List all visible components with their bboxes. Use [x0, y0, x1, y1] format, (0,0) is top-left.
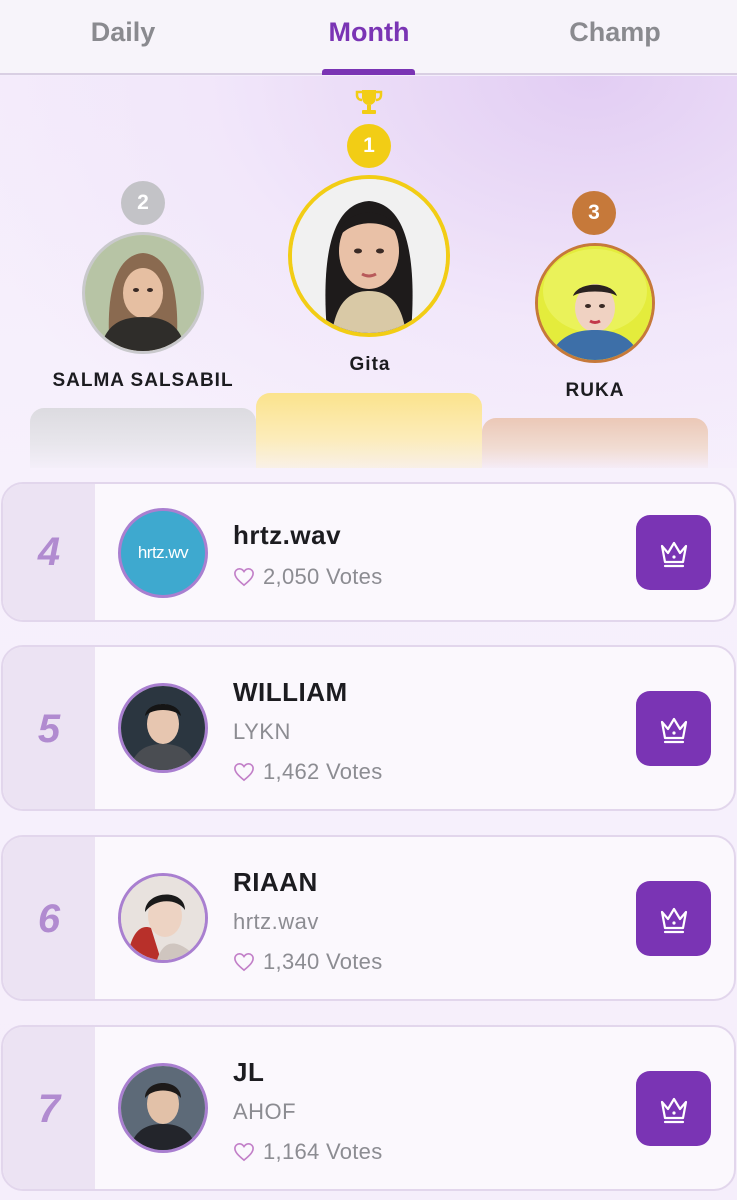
active-tab-indicator [322, 69, 415, 75]
rank-number: 7 [37, 1087, 61, 1131]
avatar[interactable] [118, 683, 208, 773]
rank-badge-2: 2 [121, 181, 165, 225]
podium-block-second [30, 408, 256, 468]
vote-button[interactable] [636, 515, 711, 590]
vote-button[interactable] [636, 881, 711, 956]
vote-button[interactable] [636, 1071, 711, 1146]
vote-count-text: 1,164 Votes [263, 1139, 383, 1164]
heart-icon [234, 952, 254, 972]
podium-block-first [256, 393, 482, 468]
crown-icon [660, 717, 687, 743]
avatar[interactable]: hrtz.wv [118, 508, 208, 598]
artist-group: hrtz.wav [233, 909, 319, 934]
vote-count-text: 2,050 Votes [263, 564, 383, 589]
rank-badge-1: 1 [347, 124, 391, 168]
logo-text: hrtz.wv [137, 543, 189, 562]
tab-daily[interactable]: Daily [63, 12, 183, 52]
list-item-rank-4[interactable]: 4 hrtz.wv hrtz.wav 2,050 Votes [1, 482, 736, 622]
artist-name: WILLIAM [233, 677, 348, 707]
podium-block-third [482, 418, 708, 468]
vote-count: 1,462 Votes [233, 759, 383, 785]
list-item-rank-6[interactable]: 6 RIAAN hrtz.wav 1,340 Votes [1, 835, 736, 1001]
vote-count-text: 1,462 Votes [263, 759, 383, 784]
avatar-second-place[interactable] [82, 232, 204, 354]
crown-icon [660, 1097, 687, 1123]
rank-number: 5 [37, 707, 61, 751]
avatar[interactable] [118, 1063, 208, 1153]
rank-number: 4 [37, 530, 61, 574]
tab-champ[interactable]: Champ [545, 12, 685, 52]
rank-number: 6 [37, 897, 61, 941]
artist-name: JL [233, 1057, 265, 1087]
heart-icon [234, 567, 254, 587]
artist-group: LYKN [233, 719, 291, 744]
list-item-rank-7[interactable]: 7 JL AHOF 1,164 Votes [1, 1025, 736, 1191]
trophy-icon [355, 90, 383, 114]
heart-icon [234, 762, 254, 782]
heart-icon [234, 1142, 254, 1162]
vote-count: 1,164 Votes [233, 1139, 383, 1165]
crown-icon [660, 541, 687, 567]
artist-group: AHOF [233, 1099, 297, 1124]
vote-button[interactable] [636, 691, 711, 766]
podium-name-third: RUKA [565, 380, 625, 401]
vote-count-text: 1,340 Votes [263, 949, 383, 974]
vote-count: 2,050 Votes [233, 564, 383, 590]
avatar-third-place[interactable] [535, 243, 655, 363]
podium-name-second: SALMA SALSABIL [52, 370, 234, 391]
artist-name: hrtz.wav [233, 520, 342, 550]
vote-count: 1,340 Votes [233, 949, 383, 975]
avatar[interactable] [118, 873, 208, 963]
podium-name-first: Gita [349, 354, 391, 375]
crown-icon [660, 907, 687, 933]
list-item-rank-5[interactable]: 5 WILLIAM LYKN 1,462 Votes [1, 645, 736, 811]
tab-month[interactable]: Month [309, 12, 429, 52]
avatar-first-place[interactable] [288, 175, 450, 337]
rank-badge-3: 3 [572, 191, 616, 235]
artist-name: RIAAN [233, 867, 318, 897]
tab-bar: Daily Month Champ [0, 0, 737, 75]
